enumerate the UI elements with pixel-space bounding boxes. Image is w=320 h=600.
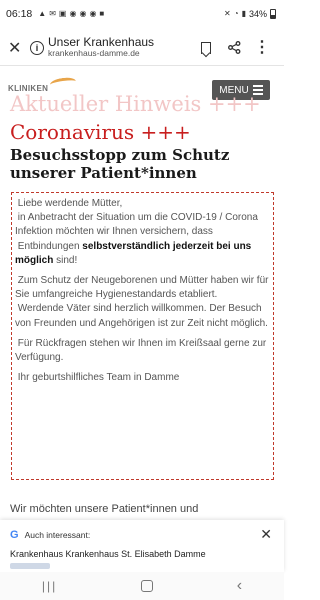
message-icon: ▣: [58, 9, 67, 18]
page-url: krankenhaus-damme.de: [48, 48, 140, 59]
mute-icon: ✕: [224, 9, 231, 18]
status-bar: 06:18 ▲ ✉ ▣ ◉ ◉ ◉ ■ ✕ ◔ ▮ 34%: [0, 0, 284, 28]
home-icon[interactable]: [141, 580, 153, 592]
battery-icon: [270, 9, 276, 19]
wifi-icon: ◔: [233, 9, 239, 18]
suggestion-snippet: [10, 563, 50, 569]
bookmark-icon: [201, 41, 211, 54]
notice-signature: Ihr geburtshilfliches Team in Damme: [17, 372, 180, 384]
notice-paragraph: in Anbetracht der Situation um die COVID…: [15, 212, 258, 238]
notice-paragraph: Entbindungen: [17, 240, 80, 252]
bag-icon: ■: [99, 9, 105, 18]
suggestion-label: Auch interessant:: [24, 530, 91, 540]
notice-greeting: Liebe werdende Mütter,: [17, 198, 123, 209]
bookmark-button[interactable]: [192, 41, 220, 54]
google-icon: G: [10, 529, 19, 541]
close-icon[interactable]: ✕: [260, 526, 272, 543]
notice-paragraph: Für Rückfragen stehen wir Ihnen im Kreiß…: [15, 337, 267, 364]
notification-icon: ◉: [89, 9, 97, 18]
page-subheading: Besuchsstopp zum Schutz unserer Patient*…: [10, 146, 230, 182]
recent-apps-icon[interactable]: |||: [42, 579, 57, 593]
address-bar[interactable]: Unser Krankenhaus krankenhaus-damme.de: [48, 36, 192, 59]
back-icon[interactable]: ‹: [237, 577, 242, 595]
notice-box: Liebe werdende Mütter, in Anbetracht der…: [11, 192, 274, 480]
close-icon[interactable]: ✕: [8, 38, 28, 58]
more-options-button[interactable]: ⋮: [248, 38, 276, 56]
mail-icon: ✉: [49, 9, 56, 18]
suggestion-panel[interactable]: G Auch interessant: ✕ Krankenhaus Kranke…: [0, 520, 284, 572]
share-button[interactable]: [220, 41, 248, 54]
battery-percent: 34%: [248, 9, 267, 19]
page-heading: Coronavirus +++: [10, 120, 191, 144]
notice-paragraph: sind!: [56, 254, 78, 266]
notification-icon: ▲: [38, 9, 47, 18]
more-vert-icon: ⋮: [254, 38, 270, 56]
suggestion-title[interactable]: Krankenhaus Krankenhaus St. Elisabeth Da…: [10, 549, 206, 559]
signal-icon: ▮: [241, 9, 246, 18]
notice-paragraph: Werdende Väter sind herzlich willkommen.…: [15, 303, 268, 329]
article-intro: Wir möchten unsere Patient*innen und: [10, 503, 199, 515]
system-nav-bar: ||| ‹: [0, 572, 284, 600]
share-icon: [227, 41, 240, 54]
logo-swoosh-icon: [49, 76, 77, 90]
ghost-heading: Aktueller Hinweis +++: [10, 92, 261, 116]
status-time: 06:18: [6, 8, 33, 20]
notification-icon: ◉: [79, 9, 87, 18]
notification-icon: ◉: [69, 9, 77, 18]
browser-toolbar: ✕ i Unser Krankenhaus krankenhaus-damme.…: [0, 30, 284, 66]
notice-paragraph: Zum Schutz der Neugeborenen und Mütter h…: [15, 275, 269, 301]
info-icon[interactable]: i: [30, 40, 44, 55]
